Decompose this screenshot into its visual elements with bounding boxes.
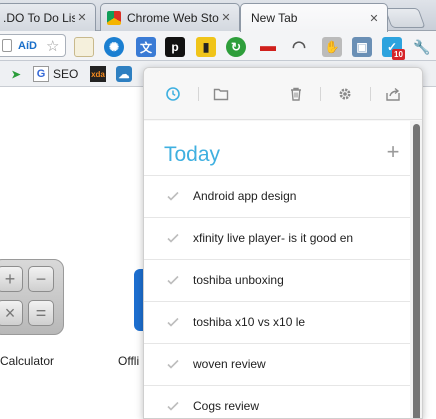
refresh-extension-icon[interactable]: ↻ (226, 37, 246, 57)
tab-strip: .DO To Do List ✕ Chrome Web Store ✕ New … (0, 0, 436, 32)
tab-todo[interactable]: .DO To Do List ✕ (0, 3, 96, 31)
task-label: toshiba unboxing (193, 273, 284, 287)
page-icon (2, 39, 12, 52)
calculator-app-icon[interactable]: + − × = (0, 259, 64, 335)
check-icon[interactable] (166, 231, 180, 245)
calc-key: + (0, 266, 23, 292)
popup-toolbar (144, 68, 422, 120)
tab-new-tab[interactable]: New Tab ✕ (240, 3, 388, 32)
omnibox-text: AíD (18, 40, 37, 52)
hand-icon[interactable]: ✋ (322, 37, 342, 57)
scrollbar[interactable] (410, 121, 422, 418)
task-label: toshiba x10 vs x10 le (193, 315, 306, 329)
task-label: woven review (193, 357, 266, 371)
image-icon[interactable]: ▣ (352, 37, 372, 57)
bookmark-label: SEO (53, 67, 79, 81)
task-item[interactable]: Android app design (144, 175, 410, 217)
task-item[interactable]: xfinity live player- is it good en (144, 217, 410, 259)
bookmark-item-seo[interactable]: G SEO (33, 65, 78, 83)
task-label: xfinity live player- is it good en (193, 231, 354, 245)
task-item[interactable]: woven review (144, 343, 410, 385)
clock-icon[interactable] (164, 85, 182, 103)
calc-key: − (28, 266, 54, 292)
folder-icon[interactable] (212, 85, 230, 103)
task-label: Cogs review (193, 399, 260, 413)
notification-badge: 10 (392, 49, 405, 60)
calc-key: × (0, 300, 23, 326)
check-icon[interactable] (166, 399, 180, 413)
close-icon[interactable]: ✕ (75, 11, 89, 24)
google-icon: G (33, 66, 49, 82)
sofa-icon[interactable]: ▬ (258, 37, 278, 57)
pocket-icon[interactable]: p (165, 37, 185, 57)
translate-icon[interactable]: 文 (136, 37, 156, 57)
task-item[interactable]: toshiba unboxing (144, 259, 410, 301)
bookmark-item[interactable]: ➤ (8, 65, 28, 83)
omnibox[interactable]: AíD ☆ (0, 34, 66, 57)
check-icon[interactable] (166, 189, 180, 203)
tab-title: New Tab (251, 11, 298, 25)
tab-title: .DO To Do List (3, 10, 75, 25)
check-icon[interactable] (166, 315, 180, 329)
section-title: Today (164, 143, 221, 166)
task-label: Android app design (193, 189, 297, 203)
bookmark-item[interactable]: ☁ (116, 65, 136, 83)
add-task-button[interactable]: + (384, 139, 402, 165)
clipboard-icon[interactable] (74, 37, 94, 57)
settings-icon[interactable] (336, 85, 354, 103)
toolbar-divider (370, 87, 371, 101)
xda-icon: xda (90, 66, 106, 82)
wrench-icon[interactable]: 🔧 (412, 37, 432, 57)
close-icon[interactable]: ✕ (367, 12, 381, 25)
gear-extension-icon[interactable]: ✺ (104, 37, 124, 57)
toolbar-divider (320, 87, 321, 101)
task-item[interactable]: toshiba x10 vs x10 le (144, 301, 410, 343)
trash-icon[interactable] (287, 85, 305, 103)
bookmark-item[interactable]: xda (90, 65, 110, 83)
share-icon[interactable] (384, 85, 402, 103)
task-item[interactable]: Cogs review (144, 385, 410, 418)
task-list-area: Today + Android app design xfinity live … (144, 121, 410, 418)
app-label-offline[interactable]: Offli (118, 354, 139, 368)
cloud-app-icon: ☁ (116, 66, 132, 82)
close-icon[interactable]: ✕ (219, 11, 233, 24)
app-label-calculator[interactable]: Calculator (0, 354, 54, 368)
check-icon[interactable] (166, 357, 180, 371)
browser-toolbar: AíD ☆ ✺ 文 p ▮ ↻ ▬ ◠ ✋ ▣ ✓ 🔧 (0, 31, 436, 61)
bird-icon: ➤ (11, 68, 21, 81)
calc-key: = (28, 300, 54, 326)
star-icon[interactable]: ☆ (46, 37, 59, 55)
tab-title: Chrome Web Store (127, 10, 219, 25)
toolbar-divider (198, 87, 199, 101)
check-icon[interactable] (166, 273, 180, 287)
scrollbar-thumb[interactable] (413, 124, 420, 418)
phone-icon[interactable]: ▮ (196, 37, 216, 57)
tab-chrome-web-store[interactable]: Chrome Web Store ✕ (100, 3, 240, 31)
new-tab-button[interactable] (384, 8, 426, 28)
chrome-web-store-icon (107, 10, 121, 25)
headphones-icon[interactable]: ◠ (289, 37, 309, 57)
any-do-popup: Today + Android app design xfinity live … (143, 67, 423, 419)
